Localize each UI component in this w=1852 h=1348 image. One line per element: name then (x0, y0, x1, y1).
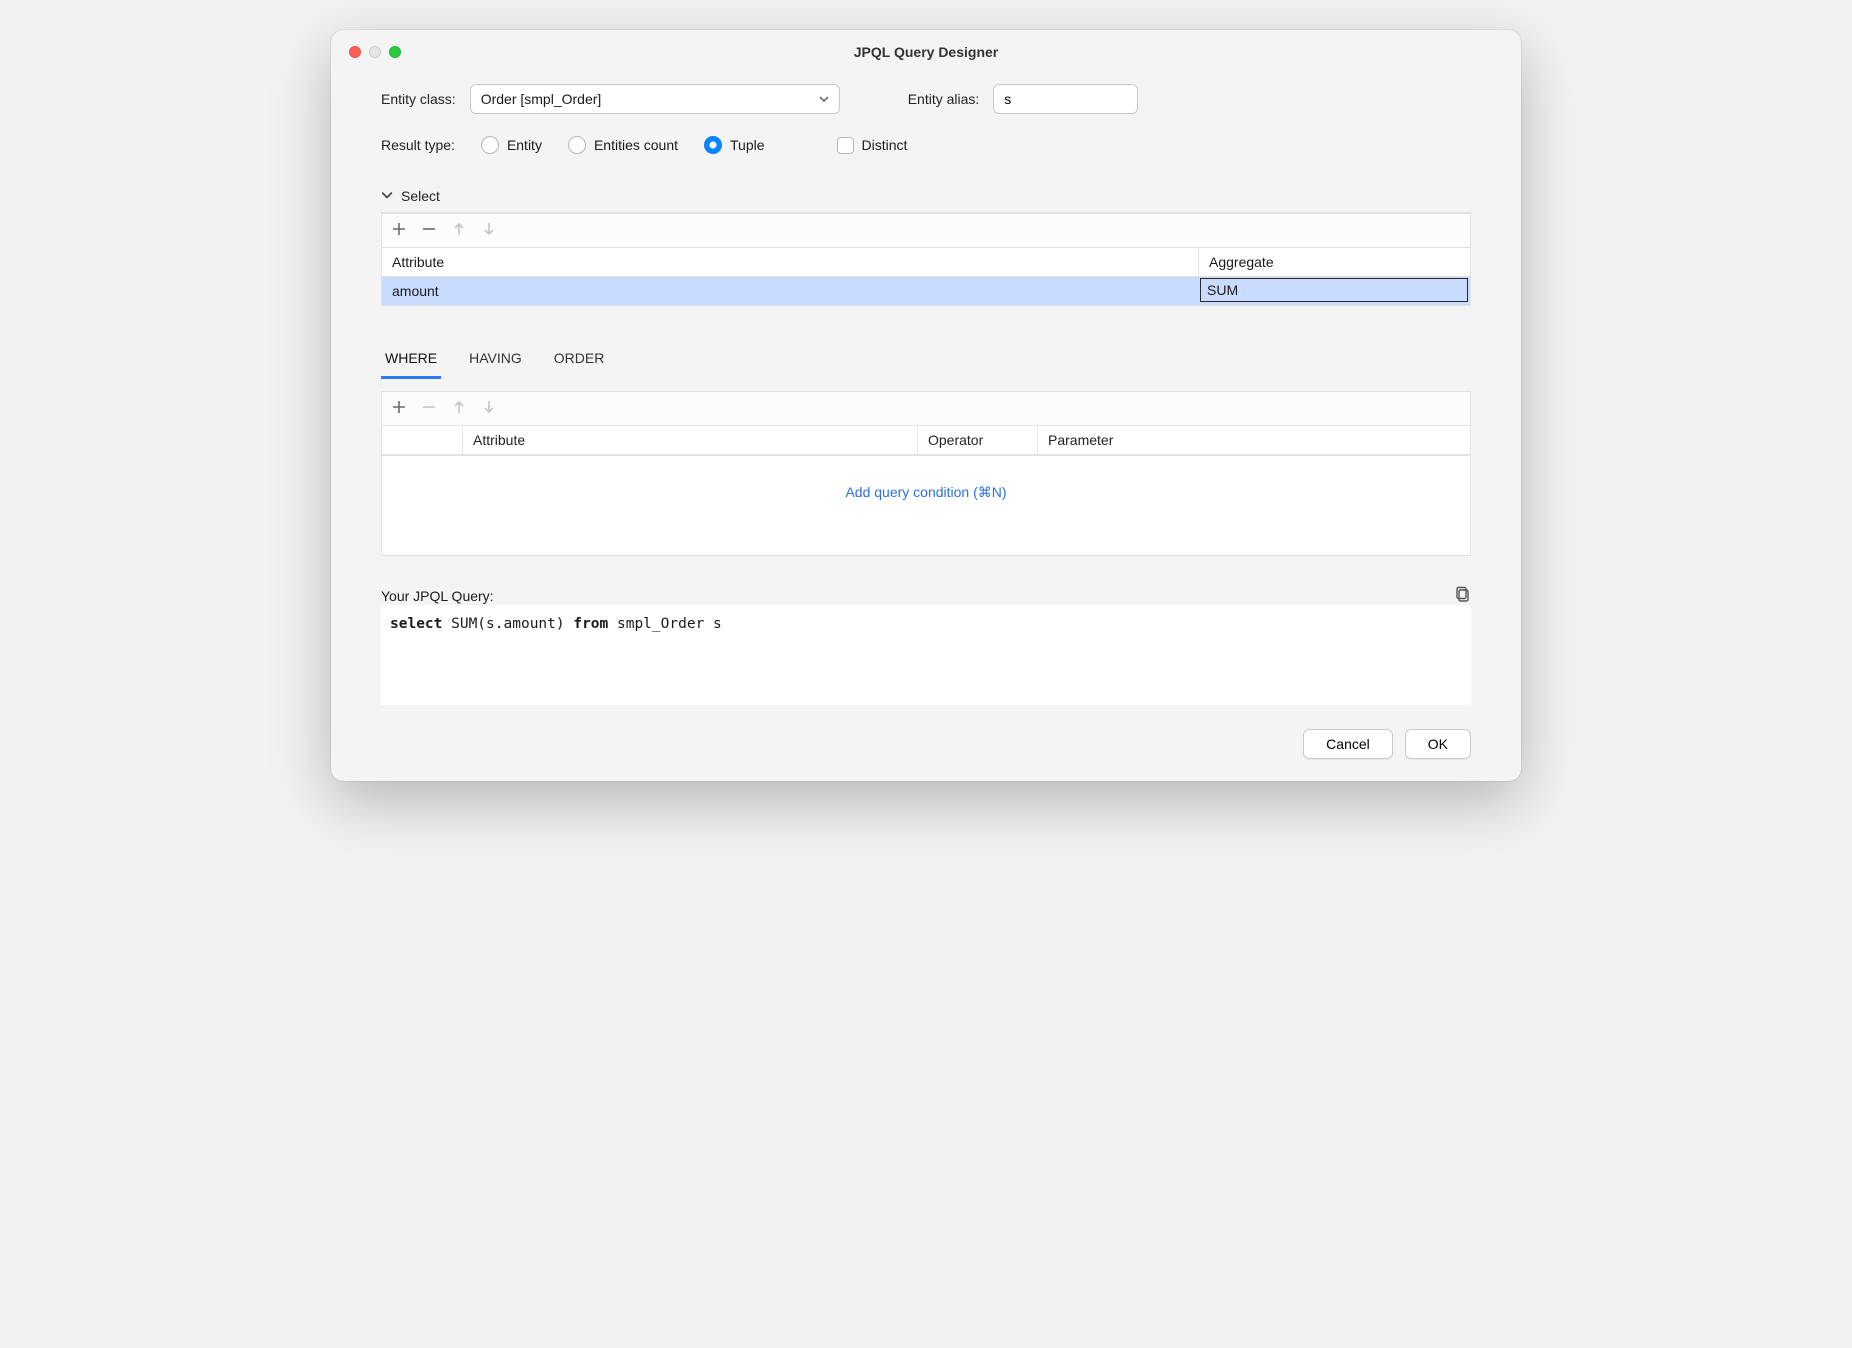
add-condition-button[interactable] (392, 400, 406, 417)
entity-alias-label: Entity alias: (908, 91, 980, 107)
move-down-button (482, 222, 496, 239)
tab-order[interactable]: ORDER (550, 344, 609, 379)
aggregate-header: Aggregate (1198, 248, 1470, 276)
checkbox-icon (837, 137, 854, 154)
where-empty-body: Add query condition (⌘N) (381, 456, 1471, 556)
add-query-condition-link[interactable]: Add query condition (⌘N) (845, 484, 1006, 501)
window-title: JPQL Query Designer (331, 44, 1521, 60)
remove-row-button[interactable] (422, 222, 436, 239)
remove-condition-button (422, 400, 436, 417)
select-section-title: Select (401, 188, 440, 204)
move-up-button (452, 400, 466, 417)
add-row-button[interactable] (392, 222, 406, 239)
entity-class-combobox[interactable]: Order [smpl_Order] (470, 84, 840, 114)
tab-where[interactable]: WHERE (381, 344, 441, 379)
operator-header: Operator (917, 426, 1037, 454)
checkbox-label: Distinct (862, 137, 908, 153)
keyword: select (390, 616, 442, 632)
query-preview-label: Your JPQL Query: (381, 588, 494, 604)
aggregate-cell[interactable]: SUM (1200, 278, 1468, 302)
radio-icon (704, 136, 722, 154)
titlebar: JPQL Query Designer (331, 30, 1521, 74)
gutter-header (382, 426, 462, 454)
result-type-tuple[interactable]: Tuple (704, 136, 765, 154)
clause-tabs: WHERE HAVING ORDER (381, 344, 1471, 379)
chevron-down-icon (381, 188, 393, 204)
parameter-header: Parameter (1037, 426, 1470, 454)
radio-label: Tuple (730, 137, 765, 153)
result-type-entities-count[interactable]: Entities count (568, 136, 678, 154)
table-header-row: Attribute Operator Parameter (382, 426, 1470, 455)
query-text: smpl_Order s (608, 616, 722, 632)
cancel-button[interactable]: Cancel (1303, 729, 1393, 759)
keyword: from (573, 616, 608, 632)
radio-icon (481, 136, 499, 154)
radio-icon (568, 136, 586, 154)
window-controls (349, 46, 401, 58)
select-table: Attribute Aggregate amount SUM (381, 247, 1471, 306)
ok-button[interactable]: OK (1405, 729, 1471, 759)
query-text: SUM(s.amount) (442, 616, 573, 632)
attribute-cell[interactable]: amount (382, 277, 1198, 305)
move-down-button (482, 400, 496, 417)
entity-class-label: Entity class: (381, 91, 456, 107)
table-row[interactable]: amount SUM (382, 277, 1470, 305)
attribute-header: Attribute (462, 426, 917, 454)
table-header-row: Attribute Aggregate (382, 248, 1470, 277)
tab-having[interactable]: HAVING (465, 344, 526, 379)
distinct-checkbox[interactable]: Distinct (837, 137, 908, 154)
radio-label: Entity (507, 137, 542, 153)
query-preview[interactable]: select SUM(s.amount) from smpl_Order s (381, 605, 1471, 705)
dialog-window: JPQL Query Designer Entity class: Order … (331, 30, 1521, 781)
select-section-header[interactable]: Select (381, 188, 1471, 208)
entity-class-value: Order [smpl_Order] (481, 91, 602, 107)
close-window-button[interactable] (349, 46, 361, 58)
copy-query-button[interactable] (1455, 586, 1471, 605)
result-type-label: Result type: (381, 137, 455, 153)
minimize-window-button[interactable] (369, 46, 381, 58)
attribute-header: Attribute (382, 248, 1198, 276)
select-toolbar (381, 213, 1471, 247)
where-table: Attribute Operator Parameter (381, 425, 1471, 456)
move-up-button (452, 222, 466, 239)
chevron-down-icon (819, 91, 829, 107)
where-toolbar (381, 391, 1471, 425)
result-type-entity[interactable]: Entity (481, 136, 542, 154)
entity-alias-input[interactable] (993, 84, 1138, 114)
radio-label: Entities count (594, 137, 678, 153)
zoom-window-button[interactable] (389, 46, 401, 58)
